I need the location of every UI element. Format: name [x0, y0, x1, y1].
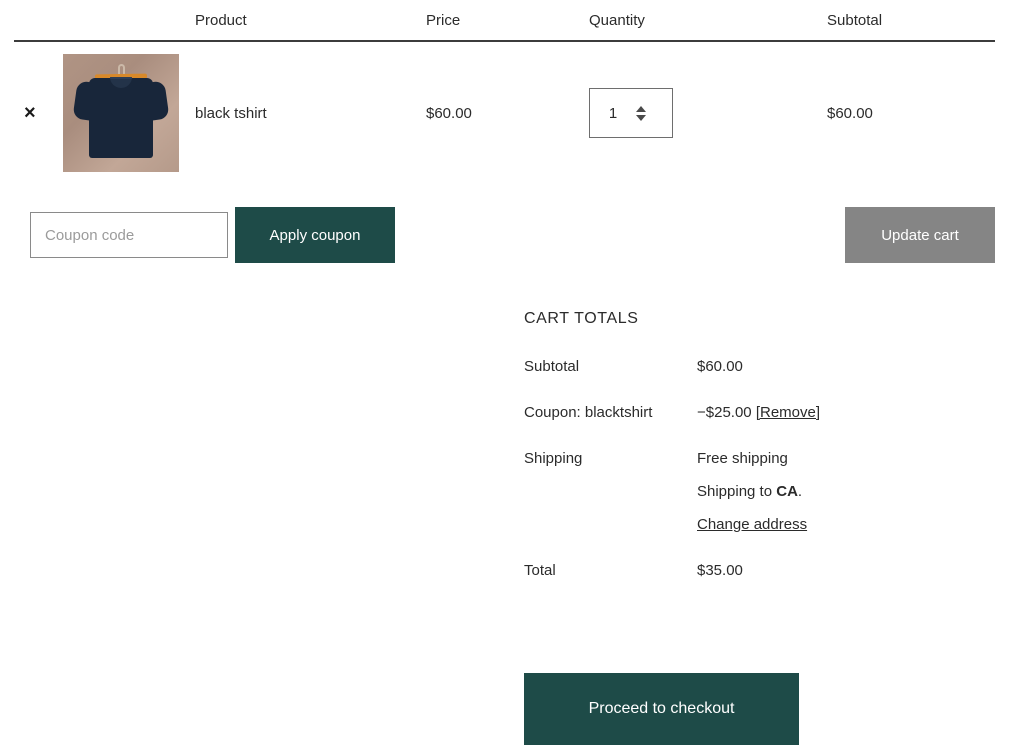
shipping-destination: Shipping to CA. — [697, 483, 807, 500]
total-label: Total — [524, 562, 556, 579]
product-name[interactable]: black tshirt — [195, 105, 426, 122]
totals-row-shipping: Shipping Free shipping Shipping to CA. C… — [524, 450, 924, 533]
coupon-discount-value: −$25.00 — [697, 404, 752, 421]
coupon-value-group: −$25.00 [Remove] — [697, 404, 820, 421]
quantity-cell — [589, 88, 827, 138]
shipping-to-suffix: . — [797, 483, 803, 500]
change-address-line: Change address — [697, 516, 807, 533]
totals-row-subtotal: Subtotal $60.00 — [524, 358, 924, 375]
apply-coupon-button[interactable]: Apply coupon — [235, 207, 395, 263]
tshirt-body — [89, 78, 153, 158]
change-address-link[interactable]: Change address — [697, 516, 807, 533]
shipping-label: Shipping — [524, 450, 583, 467]
shipping-to-prefix: Shipping to — [697, 483, 777, 500]
quantity-spinner[interactable] — [636, 105, 646, 121]
remove-item-icon[interactable]: × — [14, 103, 36, 123]
coupon-input[interactable] — [30, 212, 228, 258]
column-header-spacer — [63, 0, 195, 13]
cart-table-header-row: Product Price Quantity Subtotal — [14, 0, 995, 42]
cart-totals-title: CART TOTALS — [524, 310, 639, 327]
cart-page: Product Price Quantity Subtotal × black … — [0, 0, 1024, 755]
cart-totals-panel: CART TOTALS Subtotal $60.00 Coupon: blac… — [524, 310, 924, 608]
proceed-to-checkout-button[interactable]: Proceed to checkout — [524, 673, 799, 745]
totals-row-total: Total $35.00 — [524, 562, 924, 579]
totals-row-coupon: Coupon: blacktshirt −$25.00 [Remove] — [524, 404, 924, 421]
remove-item-cell: × — [14, 103, 63, 124]
column-header-price: Price — [426, 12, 461, 29]
column-header-subtotal: Subtotal — [827, 12, 883, 29]
shipping-to-state: CA — [776, 483, 798, 500]
shipping-method: Free shipping — [697, 450, 788, 467]
column-header-remove — [14, 0, 63, 13]
coupon-remove-link[interactable]: [Remove] — [756, 404, 820, 421]
column-header-product: Product — [195, 12, 247, 29]
product-thumbnail[interactable] — [63, 54, 179, 172]
subtotal-value: $60.00 — [697, 358, 743, 375]
product-price: $60.00 — [426, 104, 472, 122]
quantity-input[interactable] — [590, 104, 636, 122]
cart-table: Product Price Quantity Subtotal × black … — [14, 0, 995, 184]
column-header-quantity: Quantity — [589, 12, 645, 29]
chevron-up-icon[interactable] — [636, 105, 646, 112]
product-thumbnail-cell — [63, 54, 195, 172]
quantity-stepper[interactable] — [589, 88, 673, 138]
shipping-details: Free shipping Shipping to CA. Change add… — [697, 450, 807, 533]
table-row: × black tshirt $60.00 1 $60.00 — [14, 42, 995, 184]
chevron-down-icon[interactable] — [636, 114, 646, 121]
subtotal-label: Subtotal — [524, 358, 580, 375]
total-value: $35.00 — [697, 562, 743, 579]
update-cart-button: Update cart — [845, 207, 995, 263]
coupon-label: Coupon: blacktshirt — [524, 404, 653, 421]
product-subtotal: $60.00 — [827, 104, 873, 122]
